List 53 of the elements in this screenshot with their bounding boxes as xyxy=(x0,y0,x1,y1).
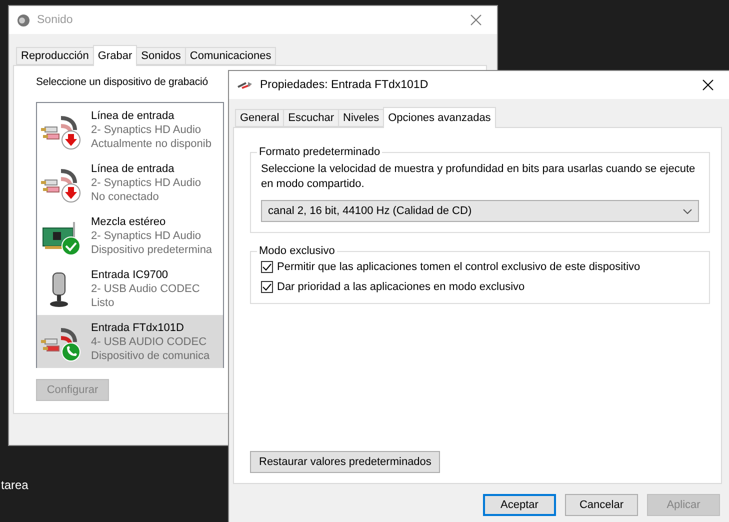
group-heading: Modo exclusivo xyxy=(258,245,336,257)
restore-defaults-button[interactable]: Restaurar valores predeterminados xyxy=(250,451,440,473)
tab[interactable]: Escuchar xyxy=(283,109,339,127)
device-status: Listo xyxy=(91,296,116,310)
group-heading: Formato predeterminado xyxy=(258,146,382,158)
checkbox-label: Permitir que las aplicaciones tomen el control exclusivo de este dispositivo xyxy=(277,261,640,273)
instruction-text: Seleccione un dispositivo de grabació xyxy=(36,76,208,88)
device-item[interactable]: Entrada FTdx101D 4- USB AUDIO CODEC Dispositivo de comunica xyxy=(37,315,223,368)
rca-cable-icon xyxy=(41,168,77,192)
device-item[interactable]: Mezcla estéreo 2- Synaptics HD Audio Dispositivo predetermina xyxy=(37,209,223,262)
window-title: Sonido xyxy=(37,14,74,26)
device-status: Dispositivo predetermina xyxy=(91,242,212,256)
device-item[interactable]: Línea de entrada 2- Synaptics HD Audio Actualmente no disponib xyxy=(37,103,223,156)
checkbox[interactable] xyxy=(261,281,273,293)
checkmark-icon xyxy=(62,236,80,255)
rca-cable-icon xyxy=(41,328,77,351)
device-name: Mezcla estéreo xyxy=(91,214,167,228)
device-driver: 2- Synaptics HD Audio xyxy=(91,122,202,136)
phone-icon xyxy=(62,342,80,361)
chevron-down-icon xyxy=(683,208,692,214)
device-status: Dispositivo de comunica xyxy=(91,348,210,362)
format-dropdown[interactable]: canal 2, 16 bit, 44100 Hz (Calidad de CD) xyxy=(261,200,699,222)
device-driver: 2- Synaptics HD Audio xyxy=(91,176,202,190)
dialog-button[interactable]: Aceptar xyxy=(483,494,556,516)
tab[interactable]: Reproducción xyxy=(16,47,94,65)
device-name: Entrada IC9700 xyxy=(91,268,170,282)
device-driver: 4- USB AUDIO CODEC xyxy=(91,334,208,348)
format-description: Seleccione la velocidad de muestra y profundidad en bits para usarlas cuando se ejecute en modo compartido. xyxy=(261,162,696,192)
tab[interactable]: Niveles xyxy=(338,109,384,127)
checkbox[interactable] xyxy=(261,261,273,273)
device-item[interactable]: Entrada IC9700 2- USB Audio CODEC Listo xyxy=(37,262,223,315)
rca-cable-icon xyxy=(41,116,77,139)
device-driver: 2- USB Audio CODEC xyxy=(91,282,200,296)
dialog-button[interactable]: Cancelar xyxy=(565,494,638,516)
tab[interactable]: General xyxy=(235,109,284,127)
tab[interactable]: Opciones avanzadas xyxy=(383,107,496,128)
cable-icon xyxy=(237,80,253,90)
close-icon[interactable] xyxy=(701,78,715,92)
checkbox-label: Dar prioridad a las aplicaciones en modo exclusivo xyxy=(277,281,525,293)
microphone-icon xyxy=(50,272,68,306)
device-driver: 2- Synaptics HD Audio xyxy=(91,228,202,242)
desktop-text: tarea xyxy=(1,478,28,492)
window-title: Propiedades: Entrada FTdx101D xyxy=(260,79,430,91)
device-name: Línea de entrada xyxy=(91,162,176,176)
speaker-icon xyxy=(17,14,30,26)
tab[interactable]: Sonidos xyxy=(136,47,186,65)
tab[interactable]: Grabar xyxy=(92,45,138,66)
device-item[interactable]: Línea de entrada 2- Synaptics HD Audio No conectado xyxy=(37,156,223,209)
device-name: Línea de entrada xyxy=(91,108,176,122)
device-status: No conectado xyxy=(91,190,160,204)
tab[interactable]: Comunicaciones xyxy=(184,47,276,65)
device-name: Entrada FTdx101D xyxy=(91,320,185,334)
device-status: Actualmente no disponib xyxy=(91,136,212,150)
